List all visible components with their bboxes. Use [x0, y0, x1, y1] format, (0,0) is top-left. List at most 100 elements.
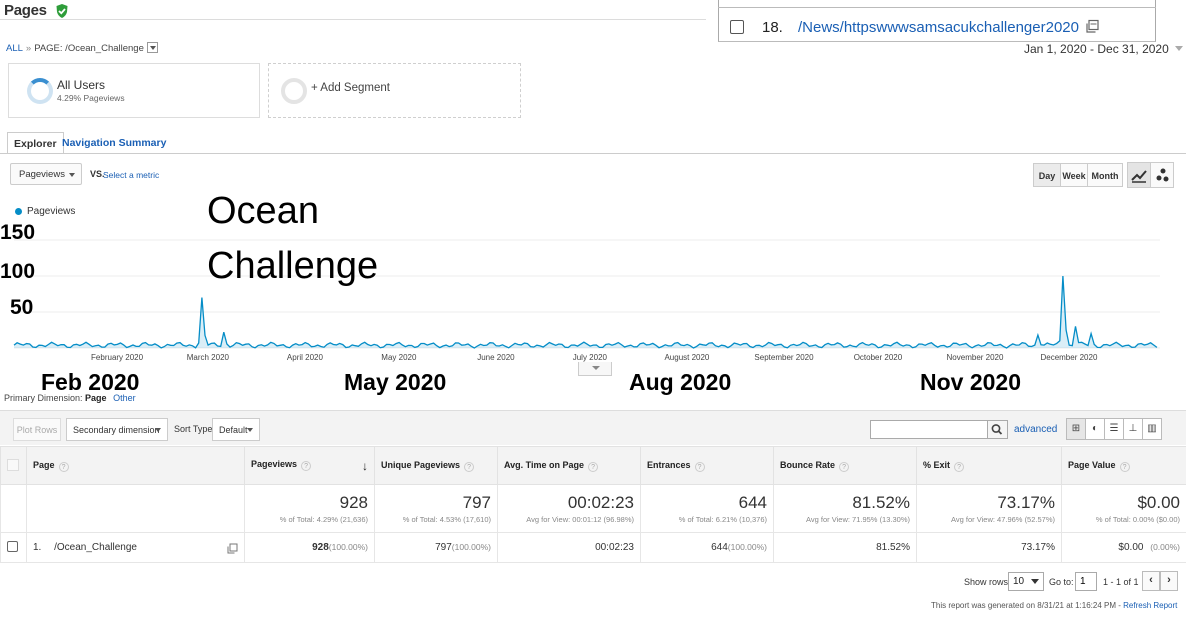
x-tick-label: June 2020 — [477, 353, 515, 362]
show-rows-label: Show rows: — [964, 577, 1011, 587]
sort-descending-icon[interactable]: ↓ — [362, 459, 368, 473]
total-value: 928 — [339, 493, 368, 512]
page-value-cell: $0.00 (0.00%) — [1061, 532, 1186, 563]
breadcrumb-dropdown-icon[interactable] — [146, 42, 158, 53]
help-icon[interactable]: ? — [588, 461, 599, 472]
legend-label: Pageviews — [27, 206, 76, 217]
help-icon[interactable]: ? — [1119, 461, 1130, 472]
segment-stat: 4.29% Pageviews — [57, 93, 125, 103]
x-tick-label: December 2020 — [1040, 353, 1097, 362]
totals-spacer — [0, 484, 27, 533]
y-tick-label: 150 — [0, 221, 36, 244]
big-x-label: May 2020 — [344, 369, 447, 395]
other-dimension-link[interactable]: Other — [113, 393, 136, 403]
column-header-bounce-rate[interactable]: Bounce Rate? — [773, 446, 917, 485]
chevron-down-icon — [1174, 46, 1183, 51]
open-new-window-icon[interactable] — [1085, 19, 1100, 34]
goto-page-input[interactable] — [1075, 572, 1097, 591]
pivot-view-button[interactable]: ▥ — [1142, 418, 1162, 440]
pie-view-button[interactable]: ◐ — [1085, 418, 1105, 440]
motion-chart-view-button[interactable] — [1150, 162, 1174, 188]
date-range-label: Jan 1, 2020 - Dec 31, 2020 — [1024, 42, 1169, 56]
column-header-entrances[interactable]: Entrances? — [640, 446, 774, 485]
total-subtext: Avg for View: 00:01:12 (96.98%) — [526, 515, 634, 524]
report-note-text: This report was generated on 8/31/21 at … — [931, 601, 1124, 610]
line-chart-view-button[interactable] — [1127, 162, 1151, 188]
table-row: 1. /Ocean_Challenge 928(100.00%) 797(100… — [0, 532, 1186, 563]
column-header-page[interactable]: Page? — [26, 446, 245, 485]
breadcrumb-current: PAGE: /Ocean_Challenge — [34, 43, 144, 54]
chevron-down-icon — [155, 428, 161, 432]
column-header-avg-time[interactable]: Avg. Time on Page? — [497, 446, 641, 485]
chart-collapse-toggle[interactable] — [578, 362, 612, 376]
refresh-report-link[interactable]: Refresh Report — [1123, 601, 1177, 610]
unique-pageviews-cell: 797(100.00%) — [374, 532, 498, 563]
comparison-view-button[interactable]: ⊥ — [1123, 418, 1143, 440]
help-icon[interactable]: ? — [839, 461, 850, 472]
select-metric-link[interactable]: Select a metric — [103, 170, 159, 180]
date-range-picker[interactable]: Jan 1, 2020 - Dec 31, 2020 — [1024, 42, 1183, 56]
add-segment-button[interactable]: + Add Segment — [268, 63, 521, 118]
pageviews-chart: February 2020 March 2020 April 2020 May 202… — [13, 239, 1160, 362]
table-view-button[interactable]: ⊞ — [1066, 418, 1086, 440]
next-page-button[interactable]: › — [1160, 571, 1178, 591]
rows-per-page-select[interactable]: 10 — [1008, 572, 1044, 591]
totals-row: 928 % of Total: 4.29% (21,636) 797 % of To… — [0, 484, 1186, 533]
select-all-checkbox[interactable] — [7, 458, 19, 471]
page-cell: 1. /Ocean_Challenge — [26, 532, 245, 563]
granularity-week-button[interactable]: Week — [1060, 163, 1088, 187]
row-checkbox[interactable] — [7, 540, 18, 552]
page-range: 1 - 1 of 1 — [1103, 577, 1139, 587]
column-label: Page Value — [1068, 459, 1116, 470]
data-table: Page? Pageviews? ↓ Unique Pageviews? Avg.… — [0, 446, 1186, 563]
search-button[interactable] — [987, 420, 1008, 439]
help-icon[interactable]: ? — [301, 460, 312, 471]
help-icon[interactable]: ? — [694, 461, 705, 472]
cell-value: $0.00 — [1118, 542, 1144, 553]
cell-value: 00:02:23 — [595, 542, 634, 553]
advanced-filter-link[interactable]: advanced — [1014, 424, 1057, 435]
secondary-dimension-label: Secondary dimension — [73, 425, 160, 435]
segment-ring-icon — [27, 78, 53, 104]
segment-name: All Users — [57, 78, 106, 92]
secondary-dimension-dropdown[interactable]: Secondary dimension — [66, 418, 168, 441]
help-icon[interactable]: ? — [58, 461, 69, 472]
overlay-row-checkbox[interactable] — [730, 20, 744, 34]
pivot-icon: ▥ — [1147, 423, 1157, 434]
total-value: 00:02:23 — [567, 493, 634, 512]
chevron-down-icon — [69, 173, 75, 177]
cell-percent: (100.00%) — [328, 542, 368, 552]
tab-navigation-summary[interactable]: Navigation Summary — [56, 132, 172, 154]
page-link[interactable]: /Ocean_Challenge — [54, 542, 137, 553]
breadcrumb-root-link[interactable]: ALL — [6, 43, 23, 54]
sort-type-dropdown[interactable]: Default — [212, 418, 260, 441]
tabs-divider — [0, 153, 1186, 154]
x-tick-label: March 2020 — [187, 353, 230, 362]
open-new-window-icon[interactable] — [227, 543, 238, 554]
add-segment-label: + Add Segment — [311, 82, 390, 94]
help-icon[interactable]: ? — [954, 461, 965, 472]
sort-type-label: Sort Type: — [174, 424, 215, 434]
column-header-page-value[interactable]: Page Value? — [1061, 446, 1186, 485]
performance-view-button[interactable]: ☰ — [1104, 418, 1124, 440]
previous-page-button[interactable]: ‹ — [1142, 571, 1160, 591]
big-x-label: Feb 2020 — [41, 369, 140, 395]
column-header-unique-pageviews[interactable]: Unique Pageviews? — [374, 446, 498, 485]
column-header-pageviews[interactable]: Pageviews? ↓ — [244, 446, 375, 485]
cell-percent: (0.00%) — [1150, 542, 1180, 552]
total-cell: 797 % of Total: 4.53% (17,610) — [374, 484, 498, 533]
table-search-input[interactable] — [870, 420, 988, 439]
plot-rows-button[interactable]: Plot Rows — [13, 418, 61, 441]
primary-dimension-value[interactable]: Page — [85, 393, 107, 403]
search-icon — [991, 424, 1003, 435]
overlay-row-link[interactable]: /News/httpswwwsamsacukchallenger2020 — [798, 19, 1079, 36]
granularity-day-button[interactable]: Day — [1033, 163, 1061, 187]
segment-all-users[interactable]: All Users 4.29% Pageviews — [8, 63, 260, 118]
goto-label: Go to: — [1049, 577, 1074, 587]
help-icon[interactable]: ? — [464, 461, 475, 472]
granularity-month-button[interactable]: Month — [1087, 163, 1123, 187]
comparison-icon: ⊥ — [1128, 423, 1138, 434]
total-cell: 73.17% Avg for View: 47.96% (52.57%) — [916, 484, 1062, 533]
column-header-exit[interactable]: % Exit? — [916, 446, 1062, 485]
metric-select[interactable]: Pageviews — [10, 163, 82, 185]
